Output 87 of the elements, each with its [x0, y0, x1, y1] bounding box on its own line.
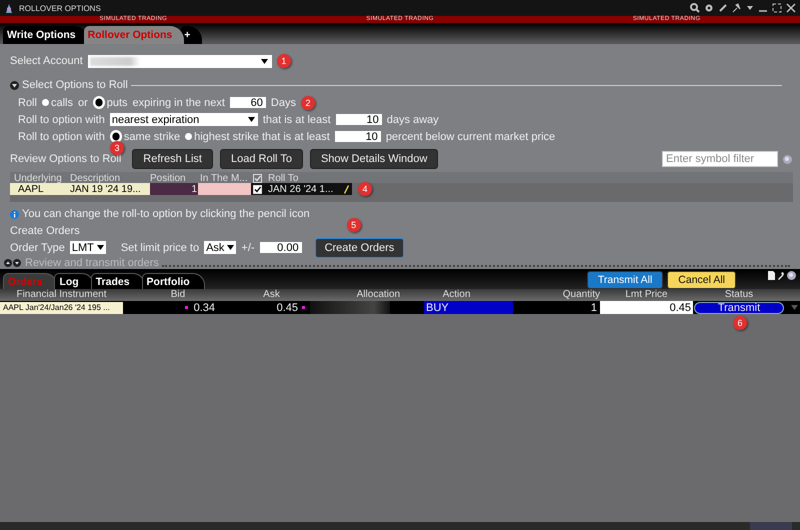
at-least-label: that is at least [262, 114, 331, 126]
window-title: ROLLOVER OPTIONS [19, 4, 101, 12]
roll-label: Roll [18, 96, 37, 108]
action-cell[interactable]: BUY [424, 301, 513, 314]
table-cell: 0.45 [233, 302, 310, 314]
table-cell-text: 1 [590, 302, 598, 314]
pencil-icon[interactable] [344, 184, 349, 194]
section-title: Create Orders [10, 224, 80, 236]
wrench-icon[interactable] [777, 271, 785, 280]
close-icon[interactable] [786, 3, 796, 13]
maximize-icon[interactable] [772, 3, 782, 13]
caret-icon [96, 245, 104, 250]
column-header: Underlying [14, 172, 62, 184]
scroll-thumb[interactable] [750, 522, 792, 530]
toolbar-button[interactable]: Load Roll To [220, 149, 303, 169]
collapse-icon[interactable] [10, 80, 19, 90]
callout-badge: 3 [110, 141, 124, 155]
symbol-filter-field[interactable]: Enter symbol filter [662, 151, 778, 167]
days-away-field[interactable]: 10 [336, 114, 382, 125]
days-label: Days [270, 96, 296, 108]
limit-price-dropdown[interactable]: Ask [204, 241, 236, 254]
settings-icon[interactable] [704, 3, 714, 13]
expiration-dropdown[interactable]: nearest expiration [110, 113, 258, 126]
order-type-dropdown[interactable]: LMT [70, 241, 106, 254]
tab[interactable]: + [180, 26, 202, 44]
section-title: Review and transmit orders [25, 256, 159, 268]
toolbar-button[interactable]: Show Details Window [310, 149, 438, 169]
action-button[interactable]: Cancel All [667, 270, 736, 288]
table-cell: 0.34 [123, 302, 233, 314]
help-icon[interactable] [787, 271, 796, 280]
expiring-label: expiring in the next [132, 96, 225, 108]
callout-badge: 6 [733, 316, 747, 330]
column-header: Quantity [562, 289, 600, 301]
caret-icon [227, 245, 234, 250]
column-header: Position [150, 172, 186, 184]
document-icon[interactable] [768, 271, 775, 280]
section-title: Select Options to Roll [22, 79, 128, 91]
pin-icon[interactable] [732, 3, 742, 13]
callout-badge: 4 [358, 182, 372, 196]
column-header: Ask [262, 289, 281, 301]
tab[interactable]: Trades [90, 273, 145, 289]
app-logo-icon [4, 2, 14, 14]
callout-badge: 2 [300, 96, 315, 110]
column-header: Description [70, 172, 120, 184]
table-cell: 1 [150, 183, 198, 195]
column-header: Lmt Price [624, 289, 669, 301]
column-header: Bid [170, 289, 186, 301]
limit-price-field[interactable]: 0.45 [600, 301, 693, 314]
offset-field[interactable]: 0.00 [260, 242, 302, 253]
caret-icon [260, 58, 268, 64]
field-label: Select Account [10, 55, 83, 67]
tab[interactable]: Log [54, 273, 94, 289]
tab[interactable]: Portfolio [142, 273, 205, 289]
expand-icon[interactable] [4, 258, 22, 266]
column-header: Roll To [268, 172, 298, 184]
table-cell: JAN 26 '24 1... [251, 183, 352, 195]
column-header: Allocation [356, 289, 400, 301]
search-icon[interactable] [690, 3, 700, 13]
order-type-label: Order Type [10, 242, 65, 254]
account-dropdown[interactable] [88, 54, 272, 68]
days-away-label: days away [386, 114, 439, 126]
create-orders-button[interactable]: Create Orders [314, 238, 404, 258]
transmit-button[interactable]: Transmit [694, 302, 784, 314]
days-field[interactable]: 60 [230, 97, 266, 108]
table-cell: AAPL Jan'24/Jan26 '24 195 ... [0, 302, 123, 314]
percent-field[interactable]: 10 [334, 131, 381, 142]
info-text: You can change the roll-to option by clicking the pencil icon [22, 208, 310, 220]
plus-minus-label: +/- [241, 242, 255, 254]
column-header: In The M... [200, 172, 248, 184]
column-header: Financial Instrument [15, 289, 108, 301]
limit-price-label: Set limit price to [120, 242, 200, 254]
checkbox[interactable] [253, 184, 262, 194]
roll-to-label: Roll to option with [18, 130, 105, 142]
toolbar-button[interactable]: Refresh List [132, 149, 213, 169]
caret-icon [248, 117, 255, 122]
roll-to-label: Roll to option with [18, 114, 105, 126]
table-cell [198, 183, 251, 195]
action-button[interactable]: Transmit All [586, 270, 664, 288]
column-header: Action [442, 289, 472, 301]
column-header: Status [724, 289, 754, 301]
table-cell: JAN 19 '24 19... [70, 183, 150, 195]
table-cell: AAPL [10, 183, 70, 195]
callout-badge: 5 [346, 218, 361, 232]
percent-label: percent below current market price [386, 130, 556, 142]
or-label: or [78, 96, 88, 108]
callout-badge: 1 [276, 54, 291, 68]
info-icon [10, 210, 19, 218]
